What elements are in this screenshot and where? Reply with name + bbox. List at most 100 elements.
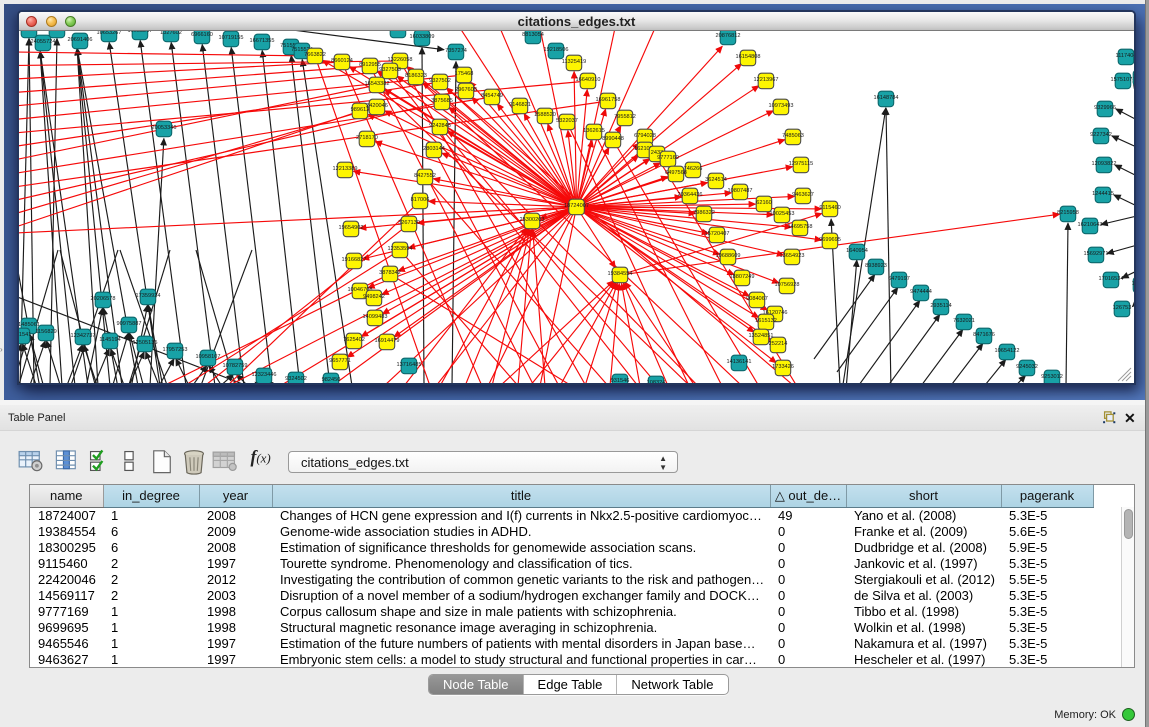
svg-text:8215958: 8215958: [1057, 210, 1079, 216]
svg-text:10653267: 10653267: [97, 31, 122, 36]
svg-text:10973493: 10973493: [769, 103, 794, 109]
svg-text:175468: 175468: [455, 71, 474, 77]
svg-text:10756928: 10756928: [775, 282, 800, 288]
svg-text:6497568: 6497568: [665, 170, 687, 176]
svg-text:391541: 391541: [19, 332, 31, 338]
svg-text:8813054: 8813054: [522, 32, 544, 38]
svg-text:7955812: 7955812: [614, 114, 636, 120]
svg-text:14695758: 14695758: [788, 224, 813, 230]
svg-text:7625402: 7625402: [343, 337, 365, 343]
svg-text:6966160: 6966160: [191, 32, 213, 38]
svg-text:7632021: 7632021: [953, 318, 975, 324]
svg-text:8454749: 8454749: [481, 93, 503, 99]
svg-text:12213389: 12213389: [333, 166, 358, 172]
svg-text:1327602: 1327602: [160, 31, 182, 36]
svg-text:12505135: 12505135: [133, 340, 158, 346]
svg-text:15720407: 15720407: [705, 231, 730, 237]
svg-text:126753: 126753: [1113, 305, 1132, 311]
svg-text:9227342: 9227342: [1090, 132, 1112, 138]
svg-text:2718170: 2718170: [356, 135, 378, 141]
svg-text:10025453: 10025453: [770, 211, 795, 217]
svg-text:1640954: 1640954: [846, 248, 868, 254]
svg-text:9115460: 9115460: [819, 205, 840, 211]
svg-text:3267130: 3267130: [398, 220, 420, 226]
svg-text:1156829: 1156829: [35, 329, 56, 335]
svg-text:13716485: 13716485: [397, 362, 422, 368]
svg-text:12975115: 12975115: [789, 161, 813, 167]
svg-text:8186323: 8186323: [405, 73, 427, 79]
svg-text:13226058: 13226058: [388, 57, 413, 63]
svg-text:16053267: 16053267: [128, 31, 153, 34]
svg-text:9253012: 9253012: [1041, 374, 1063, 380]
svg-text:12353594: 12353594: [388, 246, 413, 252]
svg-text:1485061: 1485061: [19, 322, 40, 328]
svg-text:10958107: 10958107: [196, 354, 221, 360]
svg-text:3878342: 3878342: [379, 270, 401, 276]
svg-text:931546: 931546: [611, 378, 630, 383]
svg-text:14136141: 14136141: [727, 359, 752, 365]
svg-text:10654122: 10654122: [995, 348, 1020, 354]
svg-text:9498242: 9498242: [363, 294, 385, 300]
svg-text:10807487: 10807487: [728, 188, 753, 194]
svg-text:7663822: 7663822: [304, 52, 326, 58]
svg-text:9245032: 9245032: [1016, 364, 1038, 370]
svg-text:1117404: 1117404: [1116, 53, 1134, 59]
svg-text:10719155: 10719155: [219, 35, 244, 41]
svg-text:120455: 120455: [1132, 281, 1134, 287]
svg-text:12213967: 12213967: [754, 77, 779, 83]
svg-text:9242848: 9242848: [429, 123, 451, 129]
svg-text:16961758: 16961758: [596, 97, 621, 103]
svg-text:2803144: 2803144: [423, 146, 445, 152]
svg-text:2935114: 2935114: [930, 303, 951, 309]
svg-text:20691406: 20691406: [68, 37, 93, 43]
svg-text:25300203: 25300203: [520, 217, 545, 223]
svg-text:12093822: 12093822: [1092, 161, 1117, 167]
svg-text:8912955: 8912955: [359, 62, 381, 68]
svg-text:8660124: 8660124: [331, 58, 353, 64]
svg-text:20876812: 20876812: [716, 33, 741, 39]
svg-text:2420046: 2420046: [366, 103, 388, 109]
svg-text:10782759: 10782759: [223, 363, 248, 369]
svg-text:9327503: 9327503: [379, 67, 401, 73]
svg-text:1362615: 1362615: [583, 128, 605, 134]
svg-text:19166827: 19166827: [342, 257, 367, 263]
svg-text:16914479: 16914479: [375, 338, 400, 344]
svg-text:2967608: 2967608: [455, 87, 477, 93]
svg-text:90975887: 90975887: [117, 321, 142, 327]
svg-text:10688609: 10688609: [716, 253, 741, 259]
svg-text:8938923: 8938923: [865, 263, 887, 269]
svg-text:17957253: 17957253: [163, 347, 188, 353]
svg-text:2069140: 2069140: [46, 31, 68, 32]
svg-text:17016534: 17016534: [1099, 276, 1124, 282]
svg-text:17359924: 17359924: [136, 293, 161, 299]
svg-text:18807249: 18807249: [730, 274, 755, 280]
svg-text:1653267: 1653267: [19, 31, 40, 32]
svg-text:16543382: 16543382: [365, 81, 390, 87]
svg-text:16210643: 16210643: [1078, 222, 1103, 228]
svg-text:16148784: 16148784: [874, 95, 899, 101]
svg-text:20364436: 20364436: [678, 192, 703, 198]
svg-text:16154808: 16154808: [736, 54, 761, 60]
svg-text:12342737: 12342737: [71, 333, 96, 339]
svg-text:24055724: 24055724: [31, 39, 56, 45]
svg-text:20206578: 20206578: [91, 296, 116, 302]
svg-text:9329966: 9329966: [1094, 105, 1116, 111]
svg-text:12323446: 12323446: [252, 372, 277, 378]
svg-text:9657771: 9657771: [329, 358, 351, 364]
svg-text:19654902: 19654902: [339, 225, 364, 231]
svg-text:9327502: 9327502: [429, 78, 451, 84]
svg-text:19218506: 19218506: [544, 47, 569, 53]
svg-text:8427552: 8427552: [414, 173, 436, 179]
svg-text:7357274: 7357274: [445, 48, 467, 54]
svg-text:19384554: 19384554: [608, 271, 633, 277]
svg-text:252214: 252214: [769, 341, 788, 347]
svg-text:1145194: 1145194: [99, 337, 120, 343]
svg-text:16640910: 16640910: [576, 77, 601, 83]
svg-text:18724007: 18724007: [564, 203, 589, 209]
svg-text:9463627: 9463627: [792, 192, 814, 198]
svg-text:9777169: 9777169: [657, 155, 679, 161]
svg-text:13654923: 13654923: [780, 253, 805, 259]
svg-text:15692971: 15692971: [1084, 251, 1109, 257]
svg-text:7986322: 7986322: [693, 210, 715, 216]
svg-text:3875685: 3875685: [431, 98, 453, 104]
